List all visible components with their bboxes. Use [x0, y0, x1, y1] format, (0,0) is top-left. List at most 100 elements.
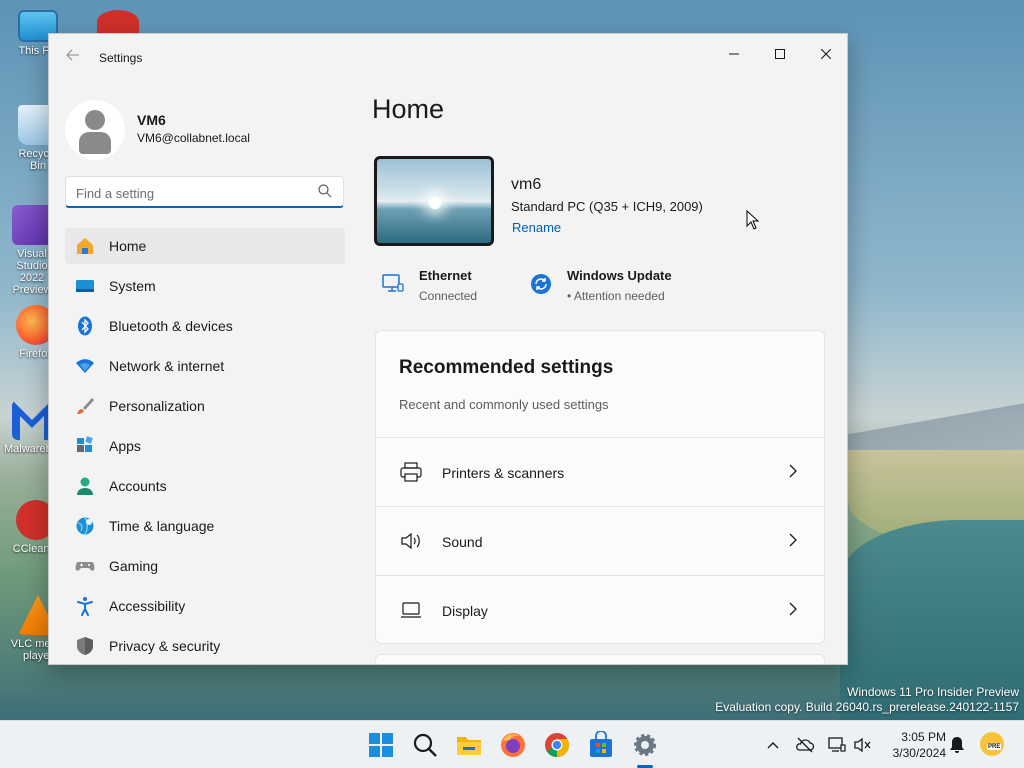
- back-button[interactable]: [63, 48, 83, 68]
- network-icon[interactable]: [827, 735, 847, 755]
- avatar: [65, 100, 125, 160]
- chevron-right-icon: [789, 602, 797, 616]
- accounts-icon: [77, 477, 93, 495]
- sidebar-item-bluetooth[interactable]: Bluetooth & devices: [65, 308, 345, 344]
- file-explorer-icon[interactable]: [455, 731, 483, 759]
- sidebar-item-accounts[interactable]: Accounts: [65, 468, 345, 504]
- rename-link[interactable]: Rename: [512, 220, 561, 235]
- next-card: [375, 654, 825, 664]
- sidebar-item-label: Time & language: [109, 518, 215, 534]
- printer-icon: [400, 462, 422, 482]
- user-email: VM6@collabnet.local: [137, 131, 250, 145]
- sidebar-item-accessibility[interactable]: Accessibility: [65, 588, 345, 624]
- sidebar-item-label: Gaming: [109, 558, 159, 574]
- sidebar-item-label: Accessibility: [109, 598, 186, 614]
- sidebar-item-time-language[interactable]: Time & language: [65, 508, 345, 544]
- onedrive-offline-icon[interactable]: [795, 735, 815, 755]
- recommended-subtitle: Recent and commonly used settings: [399, 397, 609, 412]
- monitor-icon: [401, 602, 421, 618]
- microsoft-store-icon[interactable]: [587, 731, 615, 759]
- sidebar-item-label: Accounts: [109, 478, 167, 494]
- clock-time: 3:05 PM: [901, 730, 946, 744]
- recommended-item-sound[interactable]: Sound: [376, 506, 824, 575]
- ethernet-icon: [382, 274, 404, 292]
- sidebar-item-system[interactable]: System: [65, 268, 345, 304]
- volume-muted-icon[interactable]: [853, 735, 873, 755]
- settings-window: Settings VM6 VM6@collabnet.local Home Sy…: [48, 33, 848, 665]
- chevron-up-icon[interactable]: [763, 735, 783, 755]
- recommended-item-label: Sound: [442, 534, 483, 550]
- wifi-icon: [76, 359, 94, 373]
- recommended-item-label: Display: [442, 603, 488, 619]
- system-icon: [76, 280, 94, 292]
- user-name: VM6: [137, 112, 166, 128]
- device-model: Standard PC (Q35 + ICH9, 2009): [511, 199, 703, 214]
- device-card: vm6 Standard PC (Q35 + ICH9, 2009) Renam…: [374, 156, 824, 248]
- page-title: Home: [372, 94, 445, 124]
- sidebar-item-home[interactable]: Home: [65, 228, 345, 264]
- windows-update-status-text: • Attention needed: [567, 289, 665, 303]
- malwarebytes-icon: [12, 400, 52, 440]
- search-input[interactable]: [76, 183, 306, 203]
- mouse-cursor-icon: [746, 210, 760, 230]
- sidebar-item-label: Privacy & security: [109, 638, 221, 654]
- home-icon: [77, 238, 93, 254]
- start-icon[interactable]: [367, 731, 395, 759]
- accessibility-icon: [77, 597, 93, 616]
- notification-bell-icon[interactable]: [947, 735, 967, 755]
- recommended-item-display[interactable]: Display: [376, 575, 824, 644]
- minimize-icon: [729, 53, 739, 55]
- brush-icon: [77, 398, 94, 414]
- globe-icon: [76, 517, 94, 535]
- recommended-settings-card: Recommended settings Recent and commonly…: [375, 330, 825, 644]
- recommended-item-printers[interactable]: Printers & scanners: [376, 437, 824, 506]
- ethernet-status-text: Connected: [419, 289, 478, 303]
- close-button[interactable]: [803, 38, 847, 70]
- watermark-line-1: Windows 11 Pro Insider Preview: [847, 685, 1019, 699]
- sidebar-item-network[interactable]: Network & internet: [65, 348, 345, 384]
- title-bar[interactable]: Settings: [49, 34, 847, 82]
- sidebar-item-gaming[interactable]: Gaming: [65, 548, 345, 584]
- search-icon[interactable]: [411, 731, 439, 759]
- windows-update-label: Windows Update: [567, 268, 672, 283]
- sidebar-item-label: System: [109, 278, 156, 294]
- ethernet-status[interactable]: Ethernet Connected: [381, 266, 511, 306]
- maximize-icon: [775, 49, 785, 59]
- sidebar-item-privacy-security[interactable]: Privacy & security: [65, 628, 345, 664]
- sidebar-nav: Home System Bluetooth & devices Network …: [65, 228, 345, 664]
- watermark-line-2: Evaluation copy. Build 26040.rs_prerelea…: [715, 700, 1019, 714]
- firefox-icon[interactable]: [499, 731, 527, 759]
- chrome-icon[interactable]: [543, 731, 571, 759]
- visual-studio-icon: [12, 205, 52, 245]
- recommended-item-label: Printers & scanners: [442, 465, 565, 481]
- settings-gear-icon[interactable]: [631, 731, 659, 759]
- gamepad-icon: [75, 562, 95, 571]
- chevron-right-icon: [789, 533, 797, 547]
- windows-update-status[interactable]: Windows Update • Attention needed: [529, 266, 709, 306]
- desktop-thumbnail[interactable]: [374, 156, 494, 246]
- search-box[interactable]: [65, 176, 344, 208]
- device-name: vm6: [511, 176, 542, 193]
- apps-icon: [77, 436, 93, 452]
- window-title: Settings: [99, 51, 143, 65]
- system-clock[interactable]: 3:05 PM 3/30/2024: [878, 729, 946, 761]
- sidebar-item-label: Network & internet: [109, 358, 225, 374]
- user-profile[interactable]: VM6 VM6@collabnet.local: [65, 100, 345, 160]
- insider-badge[interactable]: PRE: [980, 732, 1004, 756]
- desktop-icon-ccleaner-top[interactable]: [97, 10, 139, 34]
- sidebar-item-label: Home: [109, 238, 147, 254]
- sidebar-item-label: Bluetooth & devices: [109, 318, 233, 334]
- chevron-right-icon: [789, 464, 797, 478]
- close-icon: [820, 48, 832, 60]
- sidebar-item-apps[interactable]: Apps: [65, 428, 345, 464]
- search-icon: [318, 184, 332, 198]
- minimize-button[interactable]: [711, 38, 757, 70]
- back-arrow-icon: [66, 49, 79, 61]
- ethernet-label: Ethernet: [419, 268, 472, 283]
- sidebar-item-personalization[interactable]: Personalization: [65, 388, 345, 424]
- sidebar-item-label: Personalization: [109, 398, 205, 414]
- maximize-button[interactable]: [757, 38, 803, 70]
- clock-date: 3/30/2024: [892, 746, 946, 760]
- shield-icon: [77, 637, 93, 655]
- evaluation-watermark: Windows 11 Pro Insider Preview Evaluatio…: [715, 685, 1019, 715]
